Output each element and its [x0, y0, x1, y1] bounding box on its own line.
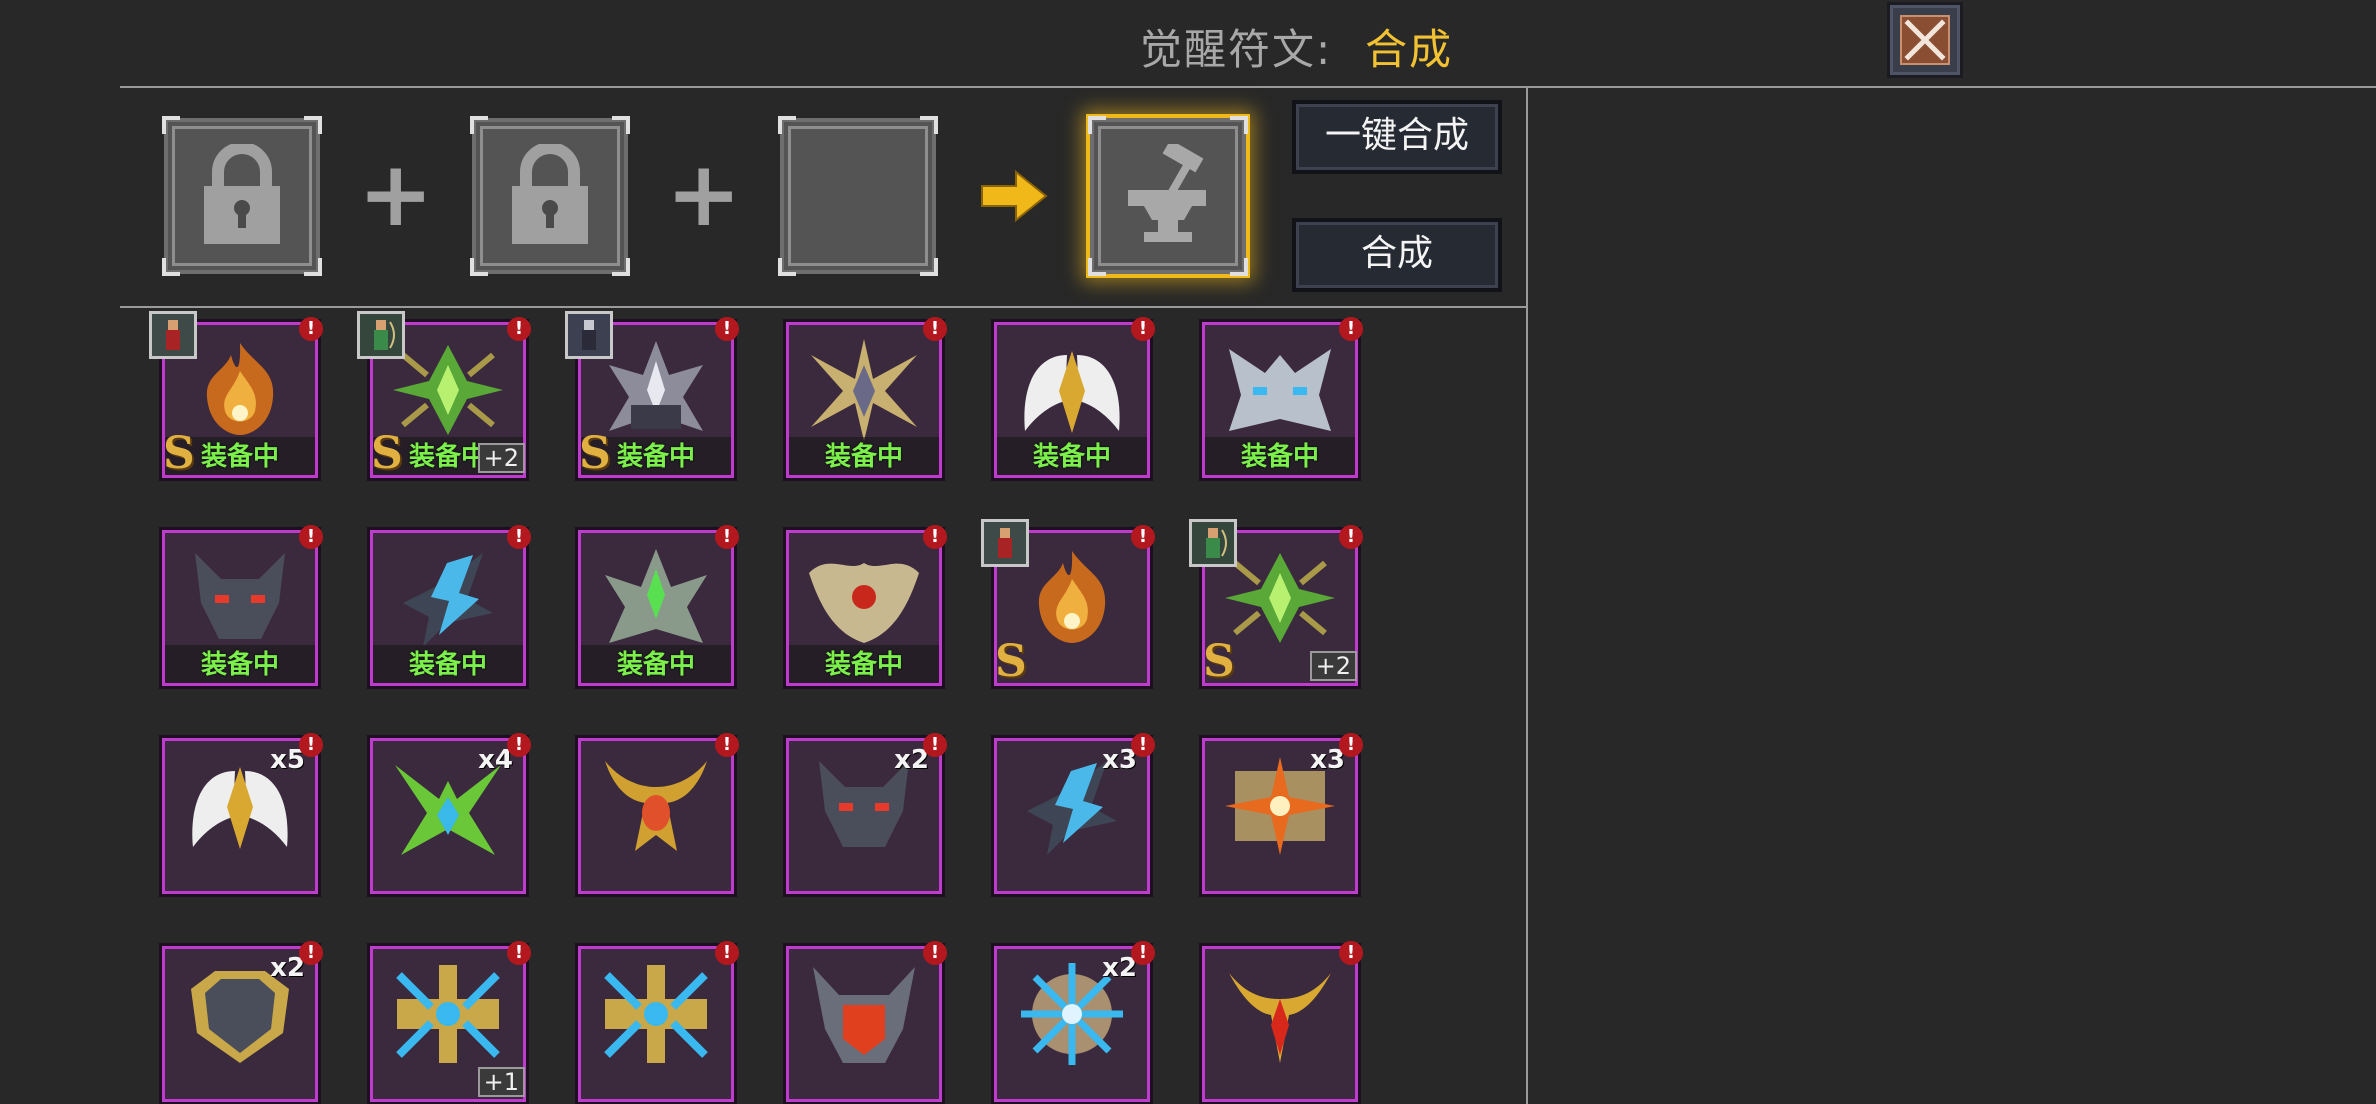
rune-slot[interactable]: ! — [1202, 941, 1363, 1102]
alert-badge: ! — [507, 317, 531, 341]
rune-slot[interactable]: S +2 ! — [1189, 519, 1363, 687]
rune-slot[interactable]: 装备中 S +2 ! — [357, 311, 531, 479]
alert-badge: ! — [715, 733, 739, 757]
gold-horn-rune-icon — [605, 761, 707, 851]
rune-slot[interactable]: 装备中 S ! — [149, 311, 323, 479]
close-button[interactable] — [1887, 2, 1963, 78]
alert-badge: ! — [299, 525, 323, 549]
alert-badge: ! — [507, 733, 531, 757]
ice-shard-rune-icon — [403, 553, 493, 647]
lock-icon — [204, 144, 280, 244]
alert-badge: ! — [507, 941, 531, 965]
synthesis-divider — [120, 306, 1528, 308]
blue-cross-rune-icon — [604, 965, 708, 1063]
rune-slot[interactable]: x3 ! — [1202, 733, 1363, 894]
grade-badge: S — [995, 636, 1027, 687]
alert-badge: ! — [299, 317, 323, 341]
rune-slot[interactable]: x3 ! — [994, 733, 1155, 894]
alert-badge: ! — [299, 941, 323, 965]
rune-slot[interactable]: 装备中 ! — [786, 525, 947, 686]
alert-badge: ! — [1131, 733, 1155, 757]
rune-slot[interactable]: x4 ! — [370, 733, 531, 894]
equipped-status: 装备中 — [824, 650, 903, 680]
rune-slot[interactable]: +1 ! — [370, 941, 531, 1102]
wolf-rune-icon — [195, 553, 285, 639]
one-click-synthesize-button[interactable]: 一键合成 — [1292, 100, 1502, 174]
blue-cross-rune-icon — [396, 965, 500, 1063]
plus-level-badge: +2 — [1309, 651, 1357, 681]
alert-badge: ! — [923, 317, 947, 341]
panel-title-value: 合成 — [1365, 25, 1454, 74]
gold-star-rune-icon — [811, 339, 917, 441]
synthesize-button[interactable]: 合成 — [1292, 218, 1502, 292]
rune-slot[interactable]: x2 ! — [162, 941, 323, 1102]
red-warrior-avatar — [149, 311, 197, 359]
synthesis-slot-2[interactable] — [470, 116, 630, 276]
alert-badge: ! — [923, 525, 947, 549]
alert-badge: ! — [923, 941, 947, 965]
rune-slot[interactable]: x2 ! — [786, 733, 947, 894]
archer-avatar — [1189, 519, 1237, 567]
alert-badge: ! — [1339, 525, 1363, 549]
close-icon — [1900, 15, 1950, 65]
equipped-status: 装备中 — [408, 650, 487, 680]
demon-helm-rune-icon — [813, 967, 915, 1063]
equipped-status: 装备中 — [1032, 442, 1111, 472]
archer-avatar — [357, 311, 405, 359]
alert-badge: ! — [1339, 317, 1363, 341]
grade-badge: S — [371, 428, 403, 479]
plus-sign: + — [358, 142, 434, 247]
alert-badge: ! — [507, 525, 531, 549]
rune-slot[interactable]: 装备中 ! — [1202, 317, 1363, 478]
equipped-status: 装备中 — [616, 650, 695, 680]
white-wings-rune-icon — [1024, 351, 1120, 433]
alert-badge: ! — [923, 733, 947, 757]
equipped-status: 装备中 — [200, 650, 279, 680]
lock-icon — [512, 144, 588, 244]
rune-slot[interactable]: ! — [578, 941, 739, 1102]
green-spire-rune-icon — [605, 549, 707, 643]
rune-slot[interactable]: x5 ! — [162, 733, 323, 894]
panel-vertical-divider — [1526, 86, 1528, 1104]
rune-slot[interactable]: 装备中 ! — [578, 525, 739, 686]
alert-badge: ! — [1131, 941, 1155, 965]
rune-slot[interactable]: ! — [578, 733, 739, 894]
plus-sign: + — [666, 142, 742, 247]
panel-title-label: 觉醒符文: — [1140, 25, 1333, 74]
dark-knight-avatar — [565, 311, 613, 359]
gold-crest-rune-icon — [1229, 973, 1331, 1063]
alert-badge: ! — [1131, 317, 1155, 341]
alert-badge: ! — [715, 525, 739, 549]
bone-crown-rune-icon — [809, 563, 919, 643]
arrow-right-icon — [981, 169, 1048, 223]
synthesis-slot-1[interactable] — [162, 116, 322, 276]
grade-badge: S — [163, 428, 195, 479]
alert-badge: ! — [1339, 941, 1363, 965]
alert-badge: ! — [1339, 733, 1363, 757]
red-warrior-avatar — [981, 519, 1029, 567]
rune-slot[interactable]: x2 ! — [994, 941, 1155, 1102]
rune-slot[interactable]: 装备中 ! — [162, 525, 323, 686]
rune-slot[interactable]: 装备中 ! — [994, 317, 1155, 478]
alert-badge: ! — [715, 941, 739, 965]
rune-slot[interactable]: ! — [786, 941, 947, 1102]
plus-level-badge: +1 — [477, 1067, 525, 1097]
rune-slot[interactable]: 装备中 ! — [370, 525, 531, 686]
synthesis-slot-3[interactable] — [778, 116, 938, 276]
rune-slot[interactable]: 装备中 S ! — [565, 311, 739, 479]
frost-mask-rune-icon — [1229, 349, 1331, 431]
plus-level-badge: +2 — [477, 443, 525, 473]
alert-badge: ! — [1131, 525, 1155, 549]
grade-badge: S — [1203, 636, 1235, 687]
rune-slot[interactable]: 装备中 ! — [786, 317, 947, 478]
alert-badge: ! — [299, 733, 323, 757]
synthesis-result-slot[interactable] — [1088, 116, 1248, 276]
equipped-status: 装备中 — [1240, 442, 1319, 472]
grade-badge: S — [579, 428, 611, 479]
anvil-hammer-icon — [1128, 144, 1206, 242]
rune-slot[interactable]: S ! — [981, 519, 1155, 687]
equipped-status: 装备中 — [824, 442, 903, 472]
alert-badge: ! — [715, 317, 739, 341]
header-divider — [120, 86, 2376, 88]
